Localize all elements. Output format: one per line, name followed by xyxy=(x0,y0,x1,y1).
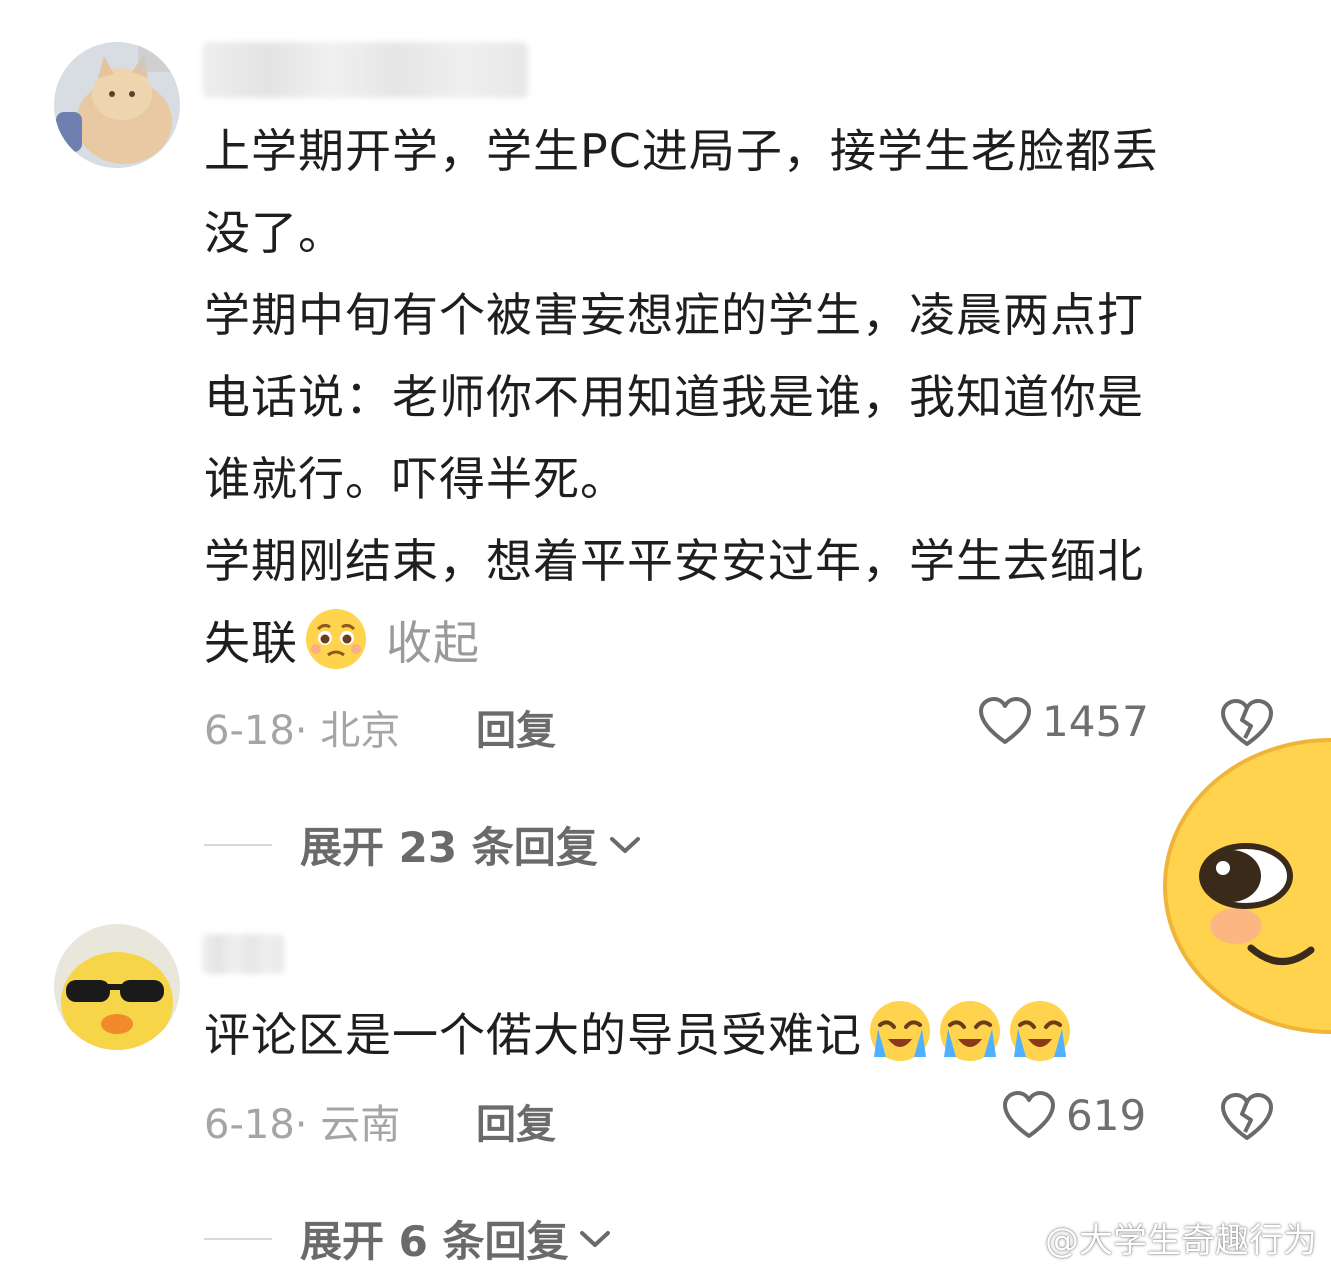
username-blurred[interactable] xyxy=(202,42,528,98)
avatar-cat[interactable] xyxy=(54,42,180,168)
comment-line: 没了。 xyxy=(204,206,345,260)
broken-heart-icon[interactable] xyxy=(1220,1092,1274,1142)
like-count: 1457 xyxy=(1042,696,1149,746)
reply-button[interactable]: 回复 xyxy=(476,1092,556,1150)
expand-replies-button[interactable]: 展开 23 条回复 xyxy=(204,814,642,875)
grinning-emoji-sticker xyxy=(1161,736,1331,1036)
crying-face-emoji-icon xyxy=(938,999,1002,1063)
chevron-down-icon xyxy=(578,1228,612,1250)
chevron-down-icon xyxy=(608,834,642,856)
comment-line: 学期中旬有个被害妄想症的学生，凌晨两点打 xyxy=(204,288,1144,342)
comment-line-last: 失联 收起 xyxy=(204,602,1274,684)
reply-button[interactable]: 回复 xyxy=(476,698,556,756)
comment-line: 电话说：老师你不用知道我是谁，我知道你是 xyxy=(204,370,1144,424)
pleading-face-emoji-icon xyxy=(304,607,368,671)
crying-face-emoji-icon xyxy=(1008,999,1072,1063)
expand-replies-button[interactable]: 展开 6 条回复 xyxy=(204,1208,612,1269)
like-button[interactable]: 1457 xyxy=(978,696,1149,746)
comment-line: 评论区是一个偌大的导员受难记 xyxy=(204,1008,862,1062)
like-button[interactable]: 619 xyxy=(1002,1090,1146,1140)
crying-face-emoji-icon xyxy=(868,999,932,1063)
comment-meta: 6-18· 云南 xyxy=(204,1102,401,1148)
avatar-duck[interactable] xyxy=(54,924,180,1050)
username-blurred[interactable] xyxy=(202,934,284,974)
comment-line: 学期刚结束，想着平平安安过年，学生去缅北 xyxy=(204,534,1144,588)
divider xyxy=(204,843,272,846)
like-count: 619 xyxy=(1066,1090,1147,1140)
collapse-link[interactable]: 收起 xyxy=(386,616,480,670)
heart-outline-icon xyxy=(1002,1090,1056,1140)
comment-body: 评论区是一个偌大的导员受难记 xyxy=(204,994,1204,1076)
watermark: @大学生奇趣行为 xyxy=(999,1213,1317,1262)
expand-replies-label: 展开 6 条回复 xyxy=(300,1217,569,1266)
divider xyxy=(204,1237,272,1240)
comment-line-last: 评论区是一个偌大的导员受难记 xyxy=(204,994,1204,1076)
weibo-logo-icon xyxy=(999,1221,1039,1255)
comment-line: 失联 xyxy=(204,616,298,670)
comment-line: 上学期开学，学生PC进局子，接学生老脸都丢 xyxy=(204,124,1159,178)
comment-line: 谁就行。吓得半死。 xyxy=(204,452,627,506)
heart-outline-icon xyxy=(978,696,1032,746)
watermark-text: @大学生奇趣行为 xyxy=(1045,1221,1317,1261)
comment-meta: 6-18· 北京 xyxy=(204,708,401,754)
expand-replies-label: 展开 23 条回复 xyxy=(300,823,598,872)
comment-body: 上学期开学，学生PC进局子，接学生老脸都丢 没了。 学期中旬有个被害妄想症的学生… xyxy=(204,110,1274,684)
